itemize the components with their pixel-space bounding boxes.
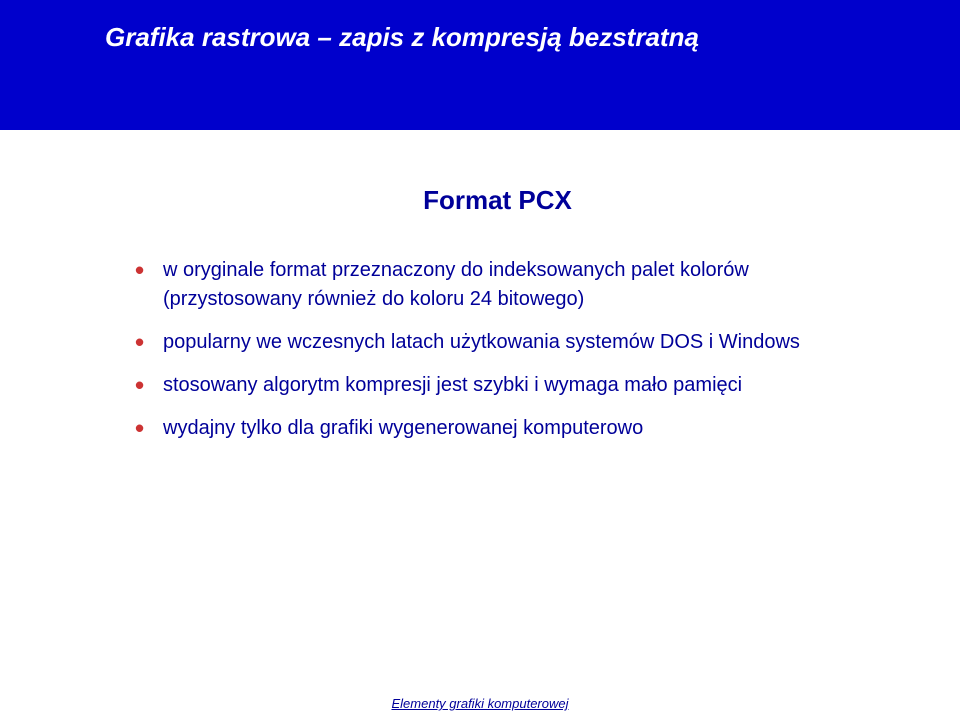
bullet-item: w oryginale format przeznaczony do indek… bbox=[135, 256, 860, 314]
slide-header: Grafika rastrowa – zapis z kompresją bez… bbox=[0, 0, 960, 130]
format-heading: Format PCX bbox=[135, 185, 860, 216]
footer-text: Elementy grafiki komputerowej bbox=[391, 696, 568, 711]
bullet-item: stosowany algorytm kompresji jest szybki… bbox=[135, 371, 860, 400]
bullet-item: popularny we wczesnych latach użytkowani… bbox=[135, 328, 860, 357]
bullet-list: w oryginale format przeznaczony do indek… bbox=[135, 256, 860, 443]
slide-footer: Elementy grafiki komputerowej bbox=[0, 695, 960, 716]
slide-title: Grafika rastrowa – zapis z kompresją bez… bbox=[105, 22, 960, 53]
bullet-item: wydajny tylko dla grafiki wygenerowanej … bbox=[135, 414, 860, 443]
slide-content: Format PCX w oryginale format przeznaczo… bbox=[0, 130, 960, 443]
